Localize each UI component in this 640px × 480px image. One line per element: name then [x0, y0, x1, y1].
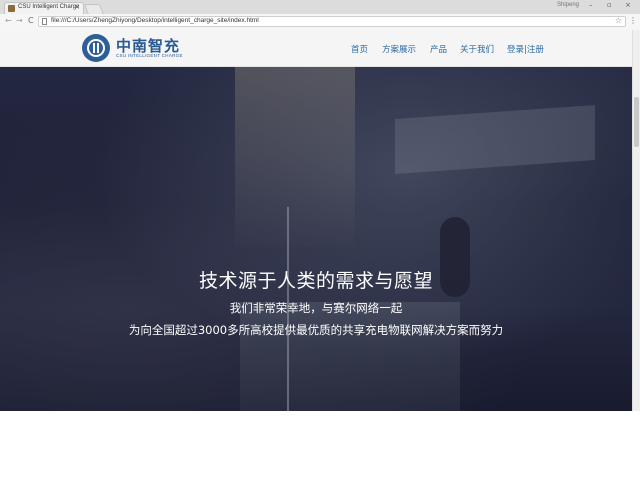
profile-name[interactable]: Shipeng	[557, 2, 579, 8]
nav-solutions[interactable]: 方案展示	[382, 43, 416, 55]
close-window-icon[interactable]: ×	[625, 1, 631, 9]
reload-icon[interactable]: C	[28, 16, 34, 25]
hero-overlay	[0, 67, 632, 411]
scrollbar-thumb[interactable]	[634, 97, 639, 147]
hero-banner: 技术源于人类的需求与愿望 我们非常荣幸地，与赛尔网络一起 为向全国超过3000多…	[0, 67, 632, 411]
brand-subtitle: CSU INTELLIGENT CHARGE	[116, 53, 183, 58]
page-icon	[42, 18, 47, 25]
browser-toolbar: ← → C file:///C:/Users/ZhengZhiyong/Desk…	[0, 14, 640, 31]
url-text[interactable]: file:///C:/Users/ZhengZhiyong/Desktop/in…	[51, 17, 259, 24]
logo-icon[interactable]	[82, 34, 110, 62]
bookmark-star-icon[interactable]: ☆	[615, 16, 622, 25]
forward-icon[interactable]: →	[16, 16, 23, 25]
site-header: 中南智充 CSU INTELLIGENT CHARGE 首页 方案展示 产品 关…	[0, 30, 632, 67]
nav-home[interactable]: 首页	[351, 43, 368, 55]
hero-headline: 技术源于人类的需求与愿望	[198, 270, 433, 292]
minimize-icon[interactable]: –	[589, 1, 593, 9]
nav-products[interactable]: 产品	[430, 43, 447, 55]
browser-tab[interactable]: CSU Intelligent Charge ×	[4, 2, 84, 14]
tab-title: CSU Intelligent Charge	[18, 4, 80, 10]
page-scrollbar[interactable]	[632, 30, 640, 411]
nav-login-register[interactable]: 登录|注册	[507, 43, 544, 55]
address-bar[interactable]: file:///C:/Users/ZhengZhiyong/Desktop/in…	[38, 16, 626, 27]
nav-about[interactable]: 关于我们	[460, 43, 494, 55]
favicon-icon	[8, 5, 15, 12]
tab-close-icon[interactable]: ×	[74, 3, 80, 11]
hero-subline: 我们非常荣幸地，与赛尔网络一起	[229, 301, 403, 315]
tab-strip: CSU Intelligent Charge × Shipeng – ▫ ×	[0, 0, 640, 15]
hero-description: 为向全国超过3000多所高校提供最优质的共享充电物联网解决方案而努力	[128, 323, 504, 337]
browser-menu-icon[interactable]: ⋮	[629, 16, 637, 25]
back-icon[interactable]: ←	[5, 16, 12, 25]
maximize-icon[interactable]: ▫	[607, 1, 612, 9]
